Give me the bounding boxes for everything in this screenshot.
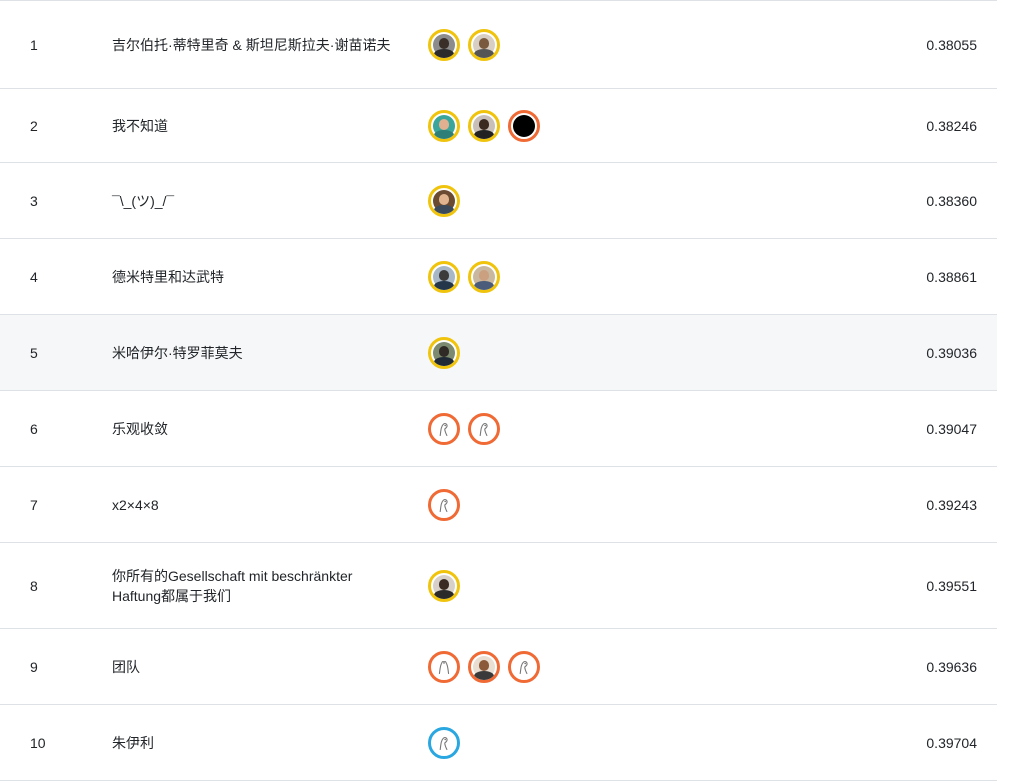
team-members <box>428 260 500 293</box>
team-name[interactable]: 吉尔伯托·蒂特里奇 & 斯坦尼斯拉夫·谢苗诺夫 <box>112 35 402 55</box>
team-name[interactable]: 你所有的Gesellschaft mit beschränkter Haftun… <box>112 566 402 606</box>
team-name[interactable]: 朱伊利 <box>112 733 402 753</box>
leaderboard-row[interactable]: 4 德米特里和达武特 0.38861 <box>0 239 997 315</box>
leaderboard-row[interactable]: 1 吉尔伯托·蒂特里奇 & 斯坦尼斯拉夫·谢苗诺夫 0.38055 <box>0 0 997 89</box>
rank: 3 <box>30 192 38 209</box>
team-members <box>428 650 540 683</box>
rank: 8 <box>30 577 38 594</box>
rank: 6 <box>30 420 38 437</box>
rank: 1 <box>30 36 38 53</box>
team-name[interactable]: 团队 <box>112 657 402 677</box>
goose-avatar-icon[interactable] <box>508 650 540 683</box>
member-avatar[interactable] <box>428 184 460 217</box>
rank: 2 <box>30 117 38 134</box>
leaderboard-row[interactable]: 5 米哈伊尔·特罗菲莫夫 0.39036 <box>0 315 997 391</box>
leaderboard-table: 1 吉尔伯托·蒂特里奇 & 斯坦尼斯拉夫·谢苗诺夫 0.38055 2 我不知道… <box>0 0 997 781</box>
team-name[interactable]: x2×4×8 <box>112 495 402 515</box>
rank: 4 <box>30 268 38 285</box>
member-avatar[interactable] <box>428 336 460 369</box>
member-avatar[interactable] <box>428 28 460 61</box>
score: 0.39047 <box>926 420 977 437</box>
leaderboard-row[interactable]: 9 团队 0.39636 <box>0 629 997 705</box>
member-avatar[interactable] <box>468 28 500 61</box>
score: 0.39704 <box>926 734 977 751</box>
leaderboard-row[interactable]: 8 你所有的Gesellschaft mit beschränkter Haft… <box>0 543 997 629</box>
member-avatar[interactable] <box>428 109 460 142</box>
goose-avatar-icon[interactable] <box>428 726 460 759</box>
member-avatar[interactable] <box>428 260 460 293</box>
score: 0.38246 <box>926 117 977 134</box>
leaderboard-row[interactable]: 7 x2×4×8 0.39243 <box>0 467 997 543</box>
score: 0.39243 <box>926 496 977 513</box>
team-members <box>428 488 460 521</box>
leaderboard-row[interactable]: 10 朱伊利 0.39704 <box>0 705 997 781</box>
team-name[interactable]: 乐观收敛 <box>112 419 402 439</box>
team-name[interactable]: 我不知道 <box>112 116 402 136</box>
team-members <box>428 184 460 217</box>
rank: 9 <box>30 658 38 675</box>
team-members <box>428 726 460 759</box>
team-name[interactable]: 德米特里和达武特 <box>112 267 402 287</box>
goose-avatar-icon[interactable] <box>468 412 500 445</box>
team-members <box>428 28 500 61</box>
score: 0.38360 <box>926 192 977 209</box>
member-avatar[interactable] <box>468 109 500 142</box>
team-members <box>428 569 460 602</box>
score: 0.38861 <box>926 268 977 285</box>
team-members <box>428 336 460 369</box>
goose-avatar-icon[interactable] <box>428 488 460 521</box>
goose-avatar-icon[interactable] <box>428 650 460 683</box>
member-avatar[interactable] <box>428 569 460 602</box>
team-members <box>428 412 500 445</box>
leaderboard-row[interactable]: 2 我不知道 0.38246 <box>0 89 997 163</box>
rank: 7 <box>30 496 38 513</box>
member-avatar[interactable] <box>468 650 500 683</box>
leaderboard-row[interactable]: 3 ¯\_(ツ)_/¯ 0.38360 <box>0 163 997 239</box>
score: 0.38055 <box>926 36 977 53</box>
member-avatar[interactable] <box>468 260 500 293</box>
team-name[interactable]: 米哈伊尔·特罗菲莫夫 <box>112 343 402 363</box>
team-name[interactable]: ¯\_(ツ)_/¯ <box>112 191 402 211</box>
goose-avatar-icon[interactable] <box>428 412 460 445</box>
member-avatar[interactable] <box>508 109 540 142</box>
score: 0.39636 <box>926 658 977 675</box>
leaderboard-row[interactable]: 6 乐观收敛 0.39047 <box>0 391 997 467</box>
rank: 10 <box>30 734 46 751</box>
score: 0.39551 <box>926 577 977 594</box>
rank: 5 <box>30 344 38 361</box>
team-members <box>428 109 540 142</box>
score: 0.39036 <box>926 344 977 361</box>
